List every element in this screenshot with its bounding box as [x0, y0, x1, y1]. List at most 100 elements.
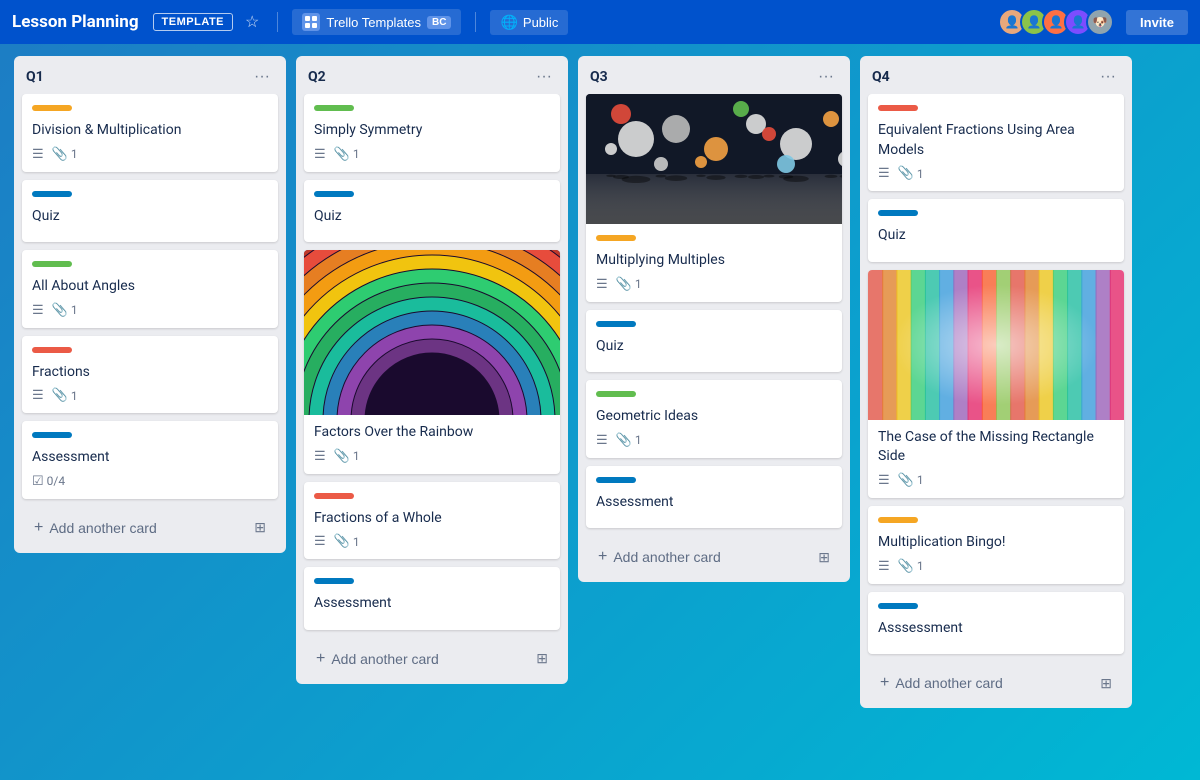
attachment-count: 📎1 [334, 449, 360, 464]
card[interactable]: All About Angles☰📎1 [22, 250, 278, 328]
card-label [32, 261, 72, 267]
plus-icon: + [34, 519, 43, 537]
card[interactable]: Quiz [22, 180, 278, 243]
board-title: Lesson Planning [12, 12, 139, 32]
attachment-count: 📎1 [898, 166, 924, 181]
plus-icon: + [598, 548, 607, 566]
archive-icon: ⊞ [536, 650, 548, 667]
card[interactable]: Multiplying Multiples☰📎1 [586, 94, 842, 302]
star-button[interactable]: ☆ [241, 10, 263, 34]
card[interactable]: Assessment [586, 466, 842, 529]
archive-icon: ⊞ [1100, 675, 1112, 692]
card-label [314, 578, 354, 584]
card-label [596, 477, 636, 483]
card[interactable]: Quiz [304, 180, 560, 243]
card-label [314, 191, 354, 197]
description-icon: ☰ [314, 534, 326, 549]
card-title: Quiz [878, 226, 1114, 246]
card-title: All About Angles [32, 277, 268, 297]
attachment-count: 📎1 [898, 559, 924, 574]
card-title: Assessment [596, 493, 832, 513]
template-badge[interactable]: TEMPLATE [153, 13, 233, 31]
checklist-progress: ☑0/4 [32, 474, 65, 489]
card-title: Assessment [32, 448, 268, 468]
card-label [878, 210, 918, 216]
card[interactable]: Equivalent Fractions Using Area Models☰📎… [868, 94, 1124, 191]
card-label [32, 105, 72, 111]
card-title: Geometric Ideas [596, 407, 832, 427]
column-title: Q2 [308, 69, 326, 85]
visibility-button[interactable]: 🌐 Public [490, 10, 568, 35]
card-title: Factors Over the Rainbow [314, 423, 550, 443]
attachment-count: 📎1 [52, 388, 78, 403]
card[interactable]: Assessment [304, 567, 560, 630]
card-title: Equivalent Fractions Using Area Models [878, 121, 1114, 160]
add-card-button[interactable]: +Add another card⊞ [304, 642, 560, 676]
card[interactable]: Fractions of a Whole☰📎1 [304, 482, 560, 560]
card-label [314, 493, 354, 499]
attachment-count: 📎1 [616, 433, 642, 448]
card[interactable]: Asssessment [868, 592, 1124, 655]
card-label [32, 347, 72, 353]
card-label [314, 105, 354, 111]
description-icon: ☰ [878, 559, 890, 574]
attachment-count: 📎1 [334, 147, 360, 162]
invite-button[interactable]: Invite [1126, 10, 1188, 35]
card-title: Division & Multiplication [32, 121, 268, 141]
card-cover-rainbow [304, 250, 560, 415]
card[interactable]: The Case of the Missing Rectangle Side☰📎… [868, 270, 1124, 498]
card-title: Quiz [32, 207, 268, 227]
card-title: The Case of the Missing Rectangle Side [878, 428, 1114, 467]
description-icon: ☰ [596, 433, 608, 448]
workspace-button[interactable]: Trello Templates BC [292, 9, 461, 35]
cards-container: Equivalent Fractions Using Area Models ☰ 📎… [860, 94, 1132, 662]
card[interactable]: Factors Over the Rainbow☰📎1 [304, 250, 560, 474]
add-card-label: Add another card [895, 675, 1002, 691]
card-title: Assessment [314, 594, 550, 614]
card-cover-spheres [586, 94, 842, 224]
description-icon: ☰ [596, 277, 608, 292]
plus-icon: + [880, 674, 889, 692]
globe-icon: 🌐 [500, 14, 517, 31]
card-label [596, 321, 636, 327]
card[interactable]: Assessment ☑0/4 [22, 421, 278, 499]
workspace-badge: BC [427, 16, 451, 29]
add-card-button[interactable]: + Add another card ⊞ [868, 666, 1124, 700]
card[interactable]: Geometric Ideas ☰ 📎1 [586, 380, 842, 458]
add-card-button[interactable]: +Add another card⊞ [586, 540, 842, 574]
cards-container: Simply Symmetry☰📎1QuizFactors Over the R… [296, 94, 568, 638]
column-more-button[interactable]: ··· [532, 66, 556, 88]
column-more-button[interactable]: ··· [814, 66, 838, 88]
card[interactable]: Fractions☰📎1 [22, 336, 278, 414]
card-cover-corridor [868, 270, 1124, 420]
column-q4: Q4 ··· Equivalent Fractions Using Area Mod… [860, 56, 1132, 708]
avatar[interactable]: 🐶 [1086, 8, 1114, 36]
column-title: Q1 [26, 69, 44, 85]
column-title: Q3 [590, 69, 608, 85]
card[interactable]: Division & Multiplication ☰ 📎1 [22, 94, 278, 172]
card-title: Fractions [32, 363, 268, 383]
attachment-count: 📎1 [898, 473, 924, 488]
card[interactable]: Quiz [868, 199, 1124, 262]
description-icon: ☰ [32, 147, 44, 162]
column-q3: Q3 ··· Multiplying Multiples☰📎1 Quiz Geometr… [578, 56, 850, 582]
add-card-label: Add another card [49, 520, 156, 536]
card[interactable]: Simply Symmetry☰📎1 [304, 94, 560, 172]
card-label [32, 191, 72, 197]
workspace-icon [302, 13, 320, 31]
add-card-button[interactable]: +Add another card⊞ [22, 511, 278, 545]
column-more-button[interactable]: ··· [250, 66, 274, 88]
add-card-label: Add another card [331, 651, 438, 667]
description-icon: ☰ [32, 303, 44, 318]
card-title: Quiz [596, 337, 832, 357]
card-title: Asssessment [878, 619, 1114, 639]
column-title: Q4 [872, 69, 890, 85]
avatar-group: 👤 👤 👤 👤 🐶 [998, 8, 1114, 36]
attachment-count: 📎1 [52, 147, 78, 162]
column-more-button[interactable]: ··· [1096, 66, 1120, 88]
card-title: Multiplication Bingo! [878, 533, 1114, 553]
card[interactable]: Multiplication Bingo! ☰ 📎1 [868, 506, 1124, 584]
description-icon: ☰ [314, 147, 326, 162]
card[interactable]: Quiz [586, 310, 842, 373]
card-label [32, 432, 72, 438]
